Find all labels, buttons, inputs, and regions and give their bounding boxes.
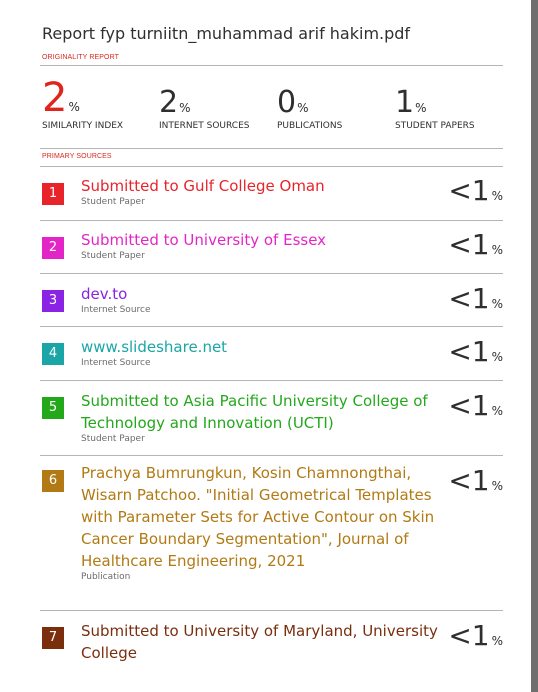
source-title: Submitted to University of Essex <box>81 231 327 249</box>
stat-label: SIMILARITY INDEX <box>42 121 124 131</box>
divider <box>40 326 503 327</box>
stat-student-papers: 1% STUDENT PAPERS <box>395 85 475 132</box>
report-page: Report fyp turniitn_muhammad arif hakim.… <box>0 0 531 692</box>
source-type: Publication <box>81 572 131 582</box>
score-unit: % <box>491 189 503 203</box>
primary-sources-label: PRIMARY SOURCES <box>42 153 112 160</box>
divider <box>40 65 503 66</box>
source-type: Internet Source <box>81 305 151 315</box>
source-number-badge: 6 <box>42 470 64 492</box>
source-title: Submitted to Asia Pacific University Col… <box>81 392 428 432</box>
score-value: <1 <box>448 335 490 368</box>
source-score: <1% <box>448 285 503 313</box>
source-number-badge: 5 <box>42 397 64 419</box>
stat-similarity-index: 2% SIMILARITY INDEX <box>42 75 123 131</box>
score-value: <1 <box>448 464 490 497</box>
source-type: Student Paper <box>81 197 145 207</box>
score-unit: % <box>491 297 503 311</box>
stat-unit: % <box>297 101 309 115</box>
score-value: <1 <box>448 228 490 261</box>
source-score: <1% <box>448 177 503 205</box>
stat-value: 1 <box>395 85 415 120</box>
report-title: Report fyp turniitn_muhammad arif hakim.… <box>42 24 411 43</box>
score-value: <1 <box>448 619 490 652</box>
stat-publications: 0% PUBLICATIONS <box>277 85 342 132</box>
source-number-badge: 2 <box>42 237 64 259</box>
source-score: <1% <box>448 338 503 366</box>
score-unit: % <box>491 404 503 418</box>
stat-label: INTERNET SOURCES <box>159 121 250 131</box>
source-title: Prachya Bumrungkun, Kosin Chamnongthai, … <box>81 464 435 570</box>
divider <box>40 380 503 381</box>
stat-unit: % <box>68 100 80 114</box>
source-number-badge: 7 <box>42 627 64 649</box>
stat-unit: % <box>415 101 427 115</box>
source-score: <1% <box>448 622 503 650</box>
source-name: Submitted to University of Essex Student… <box>81 229 451 262</box>
divider <box>40 610 503 611</box>
score-value: <1 <box>448 282 490 315</box>
source-score: <1% <box>448 467 503 495</box>
source-type: Student Paper <box>81 434 145 444</box>
divider <box>40 273 503 274</box>
source-name: Submitted to University of Maryland, Uni… <box>81 620 451 664</box>
source-title: dev.to <box>81 285 128 303</box>
divider <box>40 220 503 221</box>
source-name: dev.to Internet Source <box>81 283 451 316</box>
originality-report-label: ORIGINALITY REPORT <box>42 54 120 61</box>
score-value: <1 <box>448 174 490 207</box>
stat-value: 2 <box>159 85 179 120</box>
source-name: Submitted to Gulf College Oman Student P… <box>81 175 451 208</box>
source-type: Student Paper <box>81 251 145 261</box>
score-unit: % <box>491 243 503 257</box>
stat-unit: % <box>179 101 191 115</box>
source-number-badge: 1 <box>42 183 64 205</box>
stat-internet-sources: 2% INTERNET SOURCES <box>159 85 249 132</box>
source-number-badge: 3 <box>42 290 64 312</box>
score-value: <1 <box>448 389 490 422</box>
source-score: <1% <box>448 392 503 420</box>
stat-value: 0 <box>277 85 297 120</box>
score-unit: % <box>491 479 503 493</box>
source-title: www.slideshare.net <box>81 338 228 356</box>
score-unit: % <box>491 350 503 364</box>
source-name: Submitted to Asia Pacific University Col… <box>81 390 451 445</box>
stat-label: STUDENT PAPERS <box>395 121 475 131</box>
source-type: Internet Source <box>81 358 151 368</box>
source-name: Prachya Bumrungkun, Kosin Chamnongthai, … <box>81 462 451 583</box>
source-title: Submitted to Gulf College Oman <box>81 177 325 195</box>
divider <box>40 455 503 456</box>
stat-value: 2 <box>42 75 68 121</box>
divider <box>40 148 503 149</box>
divider <box>40 166 503 167</box>
source-title: Submitted to University of Maryland, Uni… <box>81 622 438 662</box>
stat-label: PUBLICATIONS <box>277 121 343 131</box>
source-score: <1% <box>448 231 503 259</box>
score-unit: % <box>491 634 503 648</box>
source-number-badge: 4 <box>42 343 64 365</box>
source-name: www.slideshare.net Internet Source <box>81 336 451 369</box>
